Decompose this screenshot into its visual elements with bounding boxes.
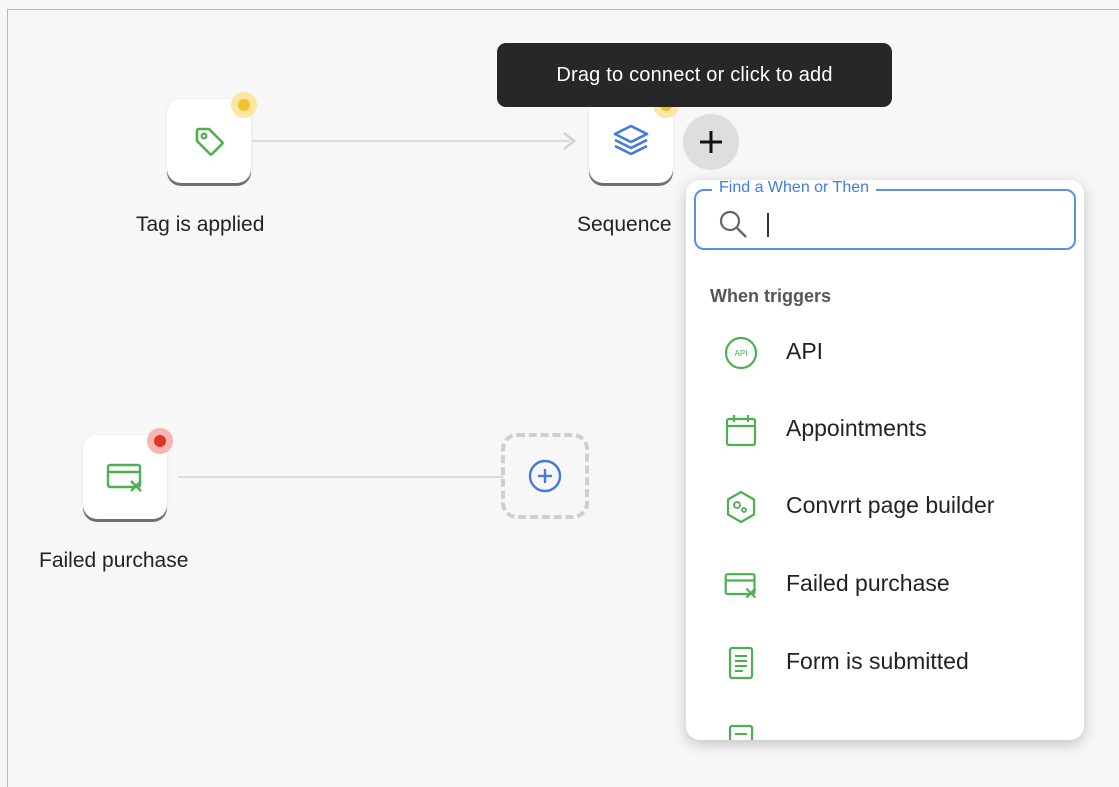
svg-text:API: API <box>735 349 748 358</box>
search-input[interactable] <box>756 203 1060 239</box>
failed-card-icon <box>106 463 142 492</box>
section-title: When triggers <box>710 286 832 306</box>
list-item-api[interactable]: API API <box>686 316 1084 388</box>
node-label: Failed purchase <box>39 549 189 572</box>
list-item-label: Failed purchase <box>786 570 950 596</box>
plus-icon <box>700 131 722 153</box>
node-label: Sequence <box>577 213 672 236</box>
search-field[interactable]: Find a When or Then <box>694 180 1076 250</box>
layers-icon <box>613 124 649 156</box>
list-item-label: API <box>786 338 824 364</box>
add-step-placeholder[interactable] <box>501 433 589 519</box>
plus-circle-icon <box>528 459 562 493</box>
arrow-head-icon <box>563 132 577 150</box>
failed-card-icon <box>724 573 757 599</box>
trigger-picker-panel: Find a When or Then When triggers API AP… <box>686 180 1084 740</box>
status-badge-warning <box>231 92 257 118</box>
page-builder-icon <box>726 490 756 524</box>
list-item-failed-purchase[interactable]: Failed purchase <box>686 548 1084 620</box>
add-step-button[interactable] <box>683 114 739 170</box>
calendar-icon <box>725 415 757 447</box>
status-badge-error <box>147 428 173 454</box>
tooltip: Drag to connect or click to add <box>497 43 892 107</box>
search-legend: Find a When or Then <box>712 180 877 197</box>
connector-tag-to-sequence <box>252 140 570 142</box>
form-icon <box>728 646 754 680</box>
form-icon <box>728 724 754 740</box>
list-item-convrrt-page-builder[interactable]: Convrrt page builder <box>686 470 1084 542</box>
list-item-appointments[interactable]: Appointments <box>686 393 1084 465</box>
api-icon: API <box>724 336 758 370</box>
node-label: Tag is applied <box>136 213 265 236</box>
tag-icon <box>195 127 224 156</box>
text-caret <box>767 213 769 237</box>
list-item-label: Appointments <box>786 415 927 441</box>
search-icon <box>719 210 747 238</box>
list-item-partial[interactable] <box>686 704 1084 740</box>
connector-failed-to-placeholder <box>178 476 504 478</box>
list-item-form-is-submitted[interactable]: Form is submitted <box>686 626 1084 698</box>
list-item-label: Convrrt page builder <box>786 492 995 518</box>
list-item-label: Form is submitted <box>786 648 969 674</box>
